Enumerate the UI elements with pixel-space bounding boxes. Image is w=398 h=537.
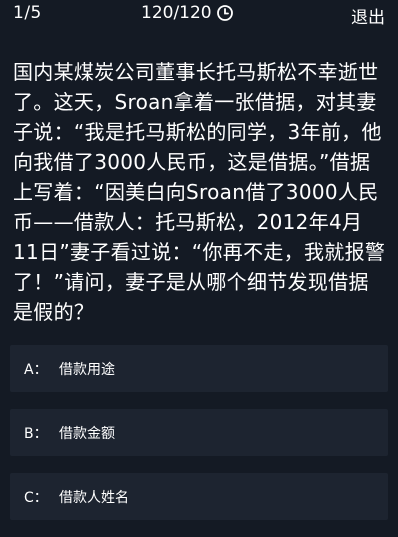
timer: 120/120 [141,3,234,23]
top-bar: 1/5 120/120 退出 [0,0,398,30]
question-progress: 1/5 [13,3,42,23]
answer-options: A： 借款用途 B： 借款金额 C： 借款人姓名 [10,345,388,537]
option-text: 借款用途 [59,361,115,378]
option-letter: A： [24,361,48,378]
exit-button[interactable]: 退出 [351,3,385,28]
option-b[interactable]: B： 借款金额 [10,409,388,456]
timer-text: 120/120 [141,3,212,23]
option-a[interactable]: A： 借款用途 [10,345,388,392]
question-text: 国内某煤炭公司董事长托马斯松不幸逝世了。这天，Sroan拿着一张借据，对其妻子说… [13,60,386,324]
option-text: 借款金额 [59,425,115,442]
option-text: 借款人姓名 [59,489,129,506]
option-letter: C： [24,489,48,506]
option-c[interactable]: C： 借款人姓名 [10,473,388,520]
option-letter: B： [24,425,48,442]
clock-icon [216,4,234,22]
